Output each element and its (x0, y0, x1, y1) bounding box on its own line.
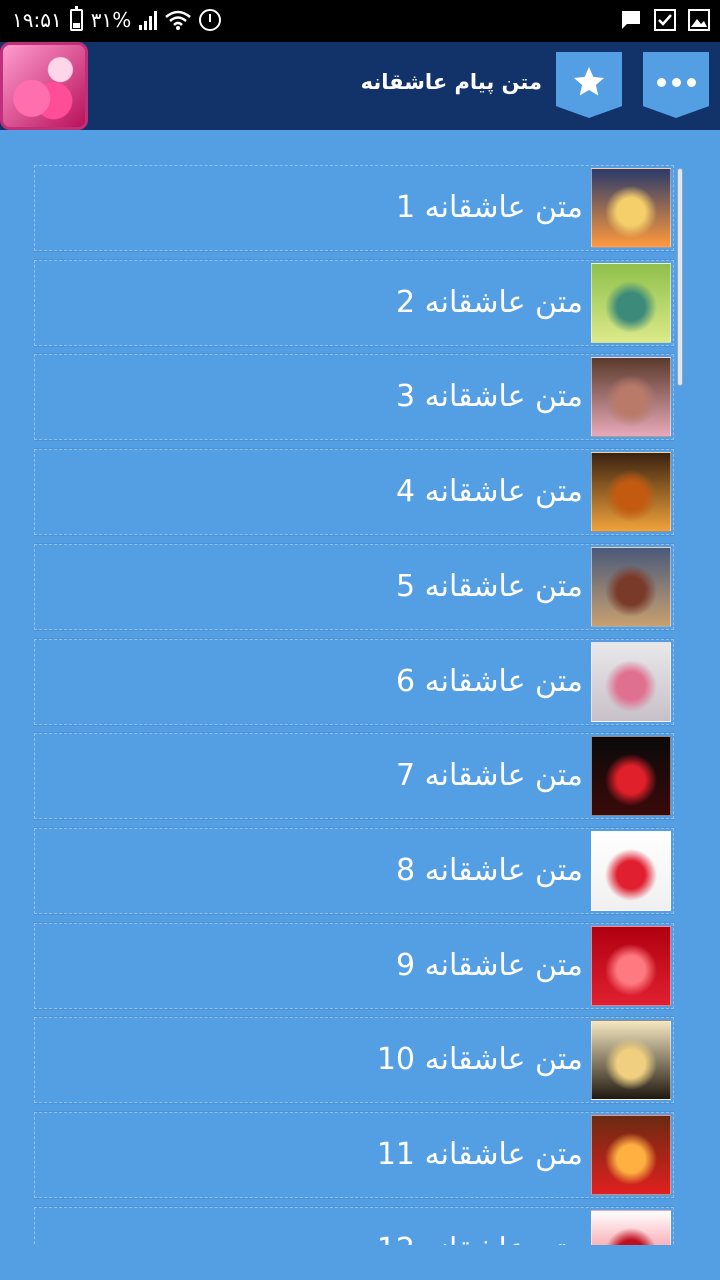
message-icon (622, 11, 640, 29)
item-thumbnail (591, 925, 671, 1006)
wifi-icon (165, 10, 192, 30)
status-bar: ۱۹:۵۱ ۳۱% (0, 0, 720, 42)
item-label: متن عاشقانه 11 (376, 1137, 583, 1172)
favorites-button[interactable] (556, 52, 622, 118)
signal-icon (139, 10, 158, 30)
item-thumbnail (591, 1115, 671, 1195)
status-left: ۱۹:۵۱ ۳۱% (12, 6, 222, 32)
clock: ۱۹:۵۱ (12, 8, 62, 32)
status-right (620, 9, 710, 31)
item-thumbnail (591, 168, 671, 248)
item-label: متن عاشقانه 5 (395, 568, 583, 604)
more-icon (656, 77, 696, 87)
item-thumbnail (591, 262, 671, 343)
more-options-button[interactable] (643, 52, 709, 118)
battery-icon (69, 6, 83, 31)
scrollbar[interactable] (677, 168, 683, 386)
item-thumbnail (591, 546, 671, 627)
app-bar: متن پیام عاشقانه (0, 42, 720, 130)
item-thumbnail (591, 1209, 671, 1245)
list-item[interactable]: متن عاشقانه 2 (34, 258, 674, 347)
app-title: متن پیام عاشقانه (360, 70, 542, 94)
item-label: متن عاشقانه 7 (395, 758, 583, 794)
item-thumbnail (591, 830, 671, 911)
list-item[interactable]: متن عاشقانه 7 (34, 732, 674, 821)
item-thumbnail (591, 357, 671, 438)
list-item[interactable]: متن عاشقانه 12 (34, 1205, 674, 1245)
item-thumbnail (591, 452, 671, 533)
item-thumbnail (591, 1020, 671, 1101)
item-label: متن عاشقانه 1 (395, 190, 583, 225)
item-label: متن عاشقانه 10 (376, 1042, 583, 1078)
alarm-icon (199, 9, 222, 31)
list-item[interactable]: متن عاشقانه 8 (34, 826, 674, 915)
check-icon (654, 9, 676, 31)
list-item[interactable]: متن عاشقانه 5 (34, 542, 674, 631)
app-logo[interactable] (0, 42, 88, 130)
list-item[interactable]: متن عاشقانه 9 (34, 921, 674, 1010)
battery-percent: ۳۱% (90, 8, 132, 32)
item-label: متن عاشقانه 8 (395, 852, 583, 888)
star-icon (574, 67, 604, 96)
message-list[interactable]: متن عاشقانه 1 متن عاشقانه 2 متن عاشقانه 3 م… (34, 165, 674, 1245)
item-thumbnail (591, 736, 671, 817)
list-item[interactable]: متن عاشقانه 6 (34, 637, 674, 726)
list-item[interactable]: متن عاشقانه 4 (34, 448, 674, 537)
list-item[interactable]: متن عاشقانه 1 (34, 165, 674, 252)
item-label: متن عاشقانه 2 (395, 284, 583, 320)
item-label: متن عاشقانه 3 (395, 379, 583, 415)
item-label: متن عاشقانه 6 (395, 663, 583, 699)
image-icon (688, 9, 710, 31)
item-label: متن عاشقانه 12 (377, 1232, 583, 1245)
list-item[interactable]: متن عاشقانه 11 (34, 1111, 674, 1199)
item-thumbnail (591, 641, 671, 722)
list-item[interactable]: متن عاشقانه 10 (34, 1016, 674, 1105)
item-label: متن عاشقانه 9 (395, 947, 583, 983)
list-item[interactable]: متن عاشقانه 3 (34, 353, 674, 442)
item-label: متن عاشقانه 4 (395, 474, 583, 510)
